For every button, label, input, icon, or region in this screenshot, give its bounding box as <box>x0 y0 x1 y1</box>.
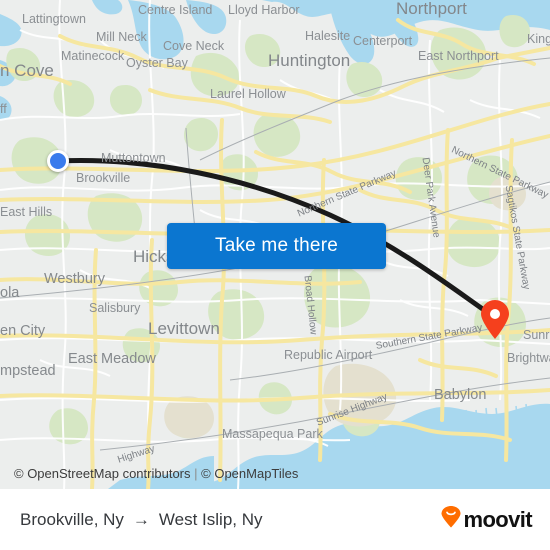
map-canvas[interactable]: Lattingtown Centre Island Lloyd Harbor N… <box>0 0 550 489</box>
moovit-logo[interactable]: moovit <box>441 506 533 533</box>
footer-bar: Brookville, Ny → West Islip, Ny moovit <box>0 489 550 550</box>
origin-dot[interactable] <box>47 150 69 172</box>
attribution-separator: | <box>194 466 198 481</box>
destination-label: West Islip, Ny <box>158 509 263 529</box>
destination-pin[interactable] <box>480 300 510 340</box>
moovit-pin-icon <box>441 506 461 533</box>
map-share-card: Lattingtown Centre Island Lloyd Harbor N… <box>0 0 550 550</box>
route-summary: Brookville, Ny → West Islip, Ny <box>20 510 263 530</box>
attribution-maptiles[interactable]: © OpenMapTiles <box>201 466 298 481</box>
arrow-right-icon: → <box>132 509 150 529</box>
origin-label: Brookville, Ny <box>20 509 124 529</box>
map-attribution: © OpenStreetMap contributors | © OpenMap… <box>14 466 298 481</box>
attribution-osm[interactable]: © OpenStreetMap contributors <box>14 466 191 481</box>
take-me-there-button[interactable]: Take me there <box>167 223 386 269</box>
moovit-wordmark: moovit <box>463 506 532 532</box>
